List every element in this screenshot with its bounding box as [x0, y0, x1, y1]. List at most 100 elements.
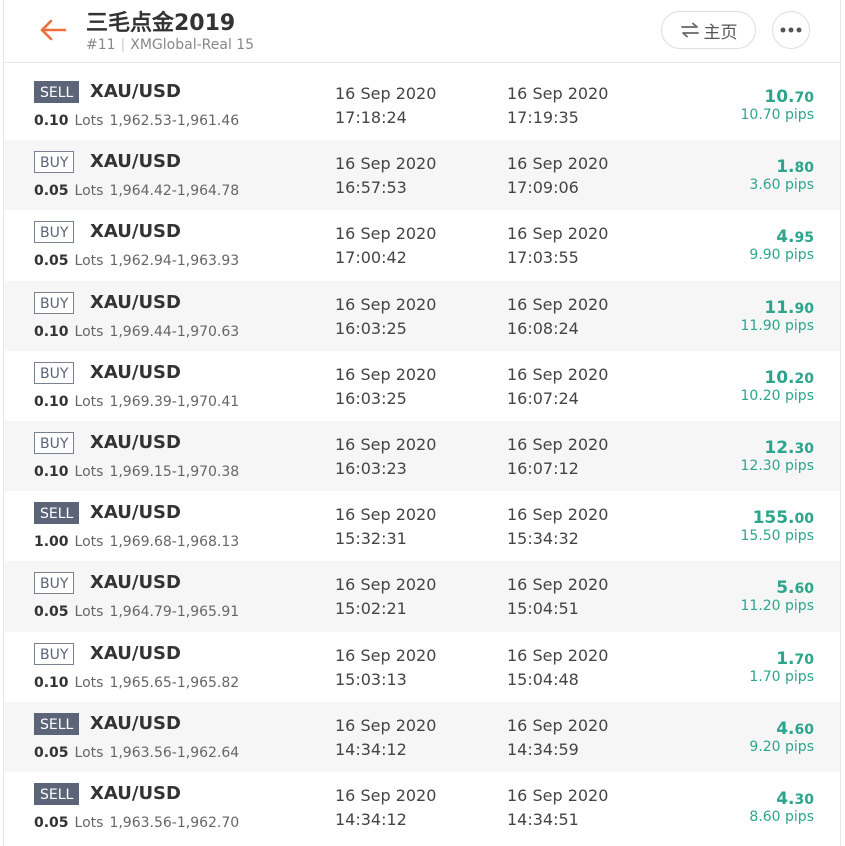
trade-side-badge: BUY: [34, 642, 75, 665]
profit-integer: 10.: [764, 367, 795, 388]
open-date: 16 Sep 2020: [335, 434, 437, 454]
profit-integer: 12.: [764, 437, 795, 458]
lots-unit: Lots: [74, 744, 104, 761]
trade-prices: 1,969.15-1,970.38: [109, 463, 240, 480]
trade-pips: 11.20 pips: [740, 598, 815, 615]
close-datetime: 16 Sep 2020 16:07:24: [507, 363, 608, 411]
trade-symbol: XAU/USD: [90, 712, 181, 734]
close-date: 16 Sep 2020: [507, 434, 609, 454]
trade-pips: 15.50 pips: [740, 528, 815, 545]
open-datetime: 16 Sep 2020 16:03:25: [335, 293, 436, 341]
trade-side-badge: BUY: [34, 572, 75, 595]
trade-side-badge: BUY: [34, 221, 75, 244]
profit-decimal: 95: [794, 230, 814, 247]
trade-detail: 0.05 Lots 1,964.42-1,964.78: [34, 183, 239, 199]
profit-decimal: 80: [794, 160, 814, 177]
trade-history-list: SELL XAU/USD 0.10 Lots 1,962.53-1,961.46 16 S…: [4, 70, 840, 842]
close-time: 15:04:51: [507, 599, 579, 619]
trade-row[interactable]: SELL XAU/USD 1.00 Lots 1,969.68-1,968.13 16 S…: [4, 491, 840, 561]
trade-pips: 9.20 pips: [749, 738, 814, 755]
open-datetime: 16 Sep 2020 14:34:12: [335, 784, 436, 832]
trade-prices: 1,963.56-1,962.64: [109, 744, 240, 761]
trade-pips: 10.20 pips: [740, 387, 815, 404]
trade-symbol: XAU/USD: [90, 502, 181, 524]
back-button[interactable]: [38, 17, 68, 43]
trade-row[interactable]: BUY XAU/USD 0.10 Lots 1,969.44-1,970.63 16 Se…: [4, 280, 840, 351]
trade-row[interactable]: BUY XAU/USD 0.05 Lots 1,962.94-1,963.93 16 Se…: [4, 210, 840, 280]
close-date: 16 Sep 2020: [507, 84, 609, 103]
trade-detail: 1.00 Lots 1,969.68-1,968.13: [34, 534, 239, 550]
close-date: 16 Sep 2020: [507, 224, 609, 244]
open-datetime: 16 Sep 2020 16:03:23: [335, 433, 436, 481]
open-datetime: 16 Sep 2020 17:00:42: [335, 222, 436, 270]
trade-symbol: XAU/USD: [90, 572, 181, 594]
swap-arrows-icon: [680, 22, 699, 38]
trade-row[interactable]: BUY XAU/USD 0.10 Lots 1,965.65-1,965.82 16 Se…: [4, 632, 840, 702]
trade-prices: 1,969.44-1,970.63: [109, 323, 240, 340]
trade-profit: 155.00: [753, 508, 814, 528]
close-datetime: 16 Sep 2020 15:34:32: [507, 503, 608, 551]
lots-unit: Lots: [74, 814, 104, 831]
close-time: 17:19:35: [507, 108, 579, 127]
open-datetime: 16 Sep 2020 16:57:53: [335, 152, 436, 200]
app-frame: 三毛点金2019 #11 | XMGlobal-Real 15 主页 SELL XAU…: [3, 0, 841, 846]
open-date: 16 Sep 2020: [335, 715, 437, 735]
open-date: 16 Sep 2020: [335, 154, 437, 174]
profit-decimal: 00: [794, 511, 814, 528]
open-date: 16 Sep 2020: [335, 364, 437, 384]
trade-profit: 11.90: [764, 298, 814, 318]
trade-pips: 10.70 pips: [740, 107, 815, 123]
trade-pips: 9.90 pips: [749, 247, 814, 264]
trade-profit: 4.30: [776, 789, 814, 809]
trade-pips: 12.30 pips: [740, 457, 815, 474]
open-time: 17:18:24: [335, 108, 407, 127]
close-time: 17:03:55: [507, 248, 579, 268]
trade-row[interactable]: SELL XAU/USD 0.05 Lots 1,963.56-1,962.64 16 S…: [4, 701, 840, 772]
open-time: 15:02:21: [335, 599, 407, 619]
trade-lots: 0.10: [34, 393, 69, 410]
more-button[interactable]: [772, 11, 810, 49]
trade-row[interactable]: SELL XAU/USD 0.05 Lots 1,963.56-1,962.70 16 S…: [4, 772, 840, 842]
profit-decimal: 60: [794, 581, 814, 598]
trade-row[interactable]: SELL XAU/USD 0.10 Lots 1,962.53-1,961.46 16 S…: [4, 70, 840, 140]
profit-integer: 4.: [776, 718, 795, 739]
home-button[interactable]: 主页: [661, 11, 756, 49]
trade-symbol: XAU/USD: [90, 431, 181, 453]
profit-integer: 11.: [764, 297, 795, 318]
lots-unit: Lots: [74, 674, 104, 691]
trade-pips: 1.70 pips: [749, 668, 814, 685]
profit-decimal: 60: [794, 721, 814, 738]
close-datetime: 16 Sep 2020 14:34:59: [507, 714, 608, 762]
trade-profit: 10.70: [764, 87, 814, 107]
close-date: 16 Sep 2020: [507, 785, 609, 805]
page-header: 三毛点金2019 #11 | XMGlobal-Real 15 主页: [4, 0, 840, 63]
trade-detail: 0.10 Lots 1,969.44-1,970.63: [34, 324, 239, 340]
trade-side-badge: BUY: [34, 361, 75, 384]
trade-detail: 0.10 Lots 1,962.53-1,961.46: [34, 113, 239, 129]
profit-decimal: 30: [794, 791, 814, 808]
back-arrow-icon: [40, 19, 67, 41]
open-time: 16:03:23: [335, 458, 407, 478]
lots-unit: Lots: [74, 604, 104, 621]
trade-prices: 1,964.79-1,965.91: [109, 604, 240, 621]
trade-row[interactable]: BUY XAU/USD 0.05 Lots 1,964.79-1,965.91 16 Se…: [4, 561, 840, 632]
trade-row[interactable]: BUY XAU/USD 0.05 Lots 1,964.42-1,964.78 16 Se…: [4, 140, 840, 211]
trade-lots: 0.10: [34, 113, 69, 129]
open-time: 16:57:53: [335, 178, 407, 198]
open-date: 16 Sep 2020: [335, 294, 437, 314]
trade-profit: 1.80: [776, 157, 814, 177]
profit-decimal: 90: [794, 300, 814, 317]
open-time: 14:34:12: [335, 809, 407, 829]
trade-row[interactable]: BUY XAU/USD 0.10 Lots 1,969.39-1,970.41 16 Se…: [4, 351, 840, 421]
rank-label: #11: [86, 37, 116, 53]
trade-lots: 0.10: [34, 463, 69, 480]
close-time: 17:09:06: [507, 178, 579, 198]
trade-detail: 0.10 Lots 1,969.39-1,970.41: [34, 394, 239, 410]
close-date: 16 Sep 2020: [507, 154, 609, 174]
open-time: 14:34:12: [335, 739, 407, 759]
trade-lots: 0.05: [34, 604, 69, 621]
trade-side-badge: BUY: [34, 151, 75, 174]
open-datetime: 16 Sep 2020 15:32:31: [335, 503, 436, 551]
trade-row[interactable]: BUY XAU/USD 0.10 Lots 1,969.15-1,970.38 16 Se…: [4, 420, 840, 492]
close-date: 16 Sep 2020: [507, 294, 609, 314]
